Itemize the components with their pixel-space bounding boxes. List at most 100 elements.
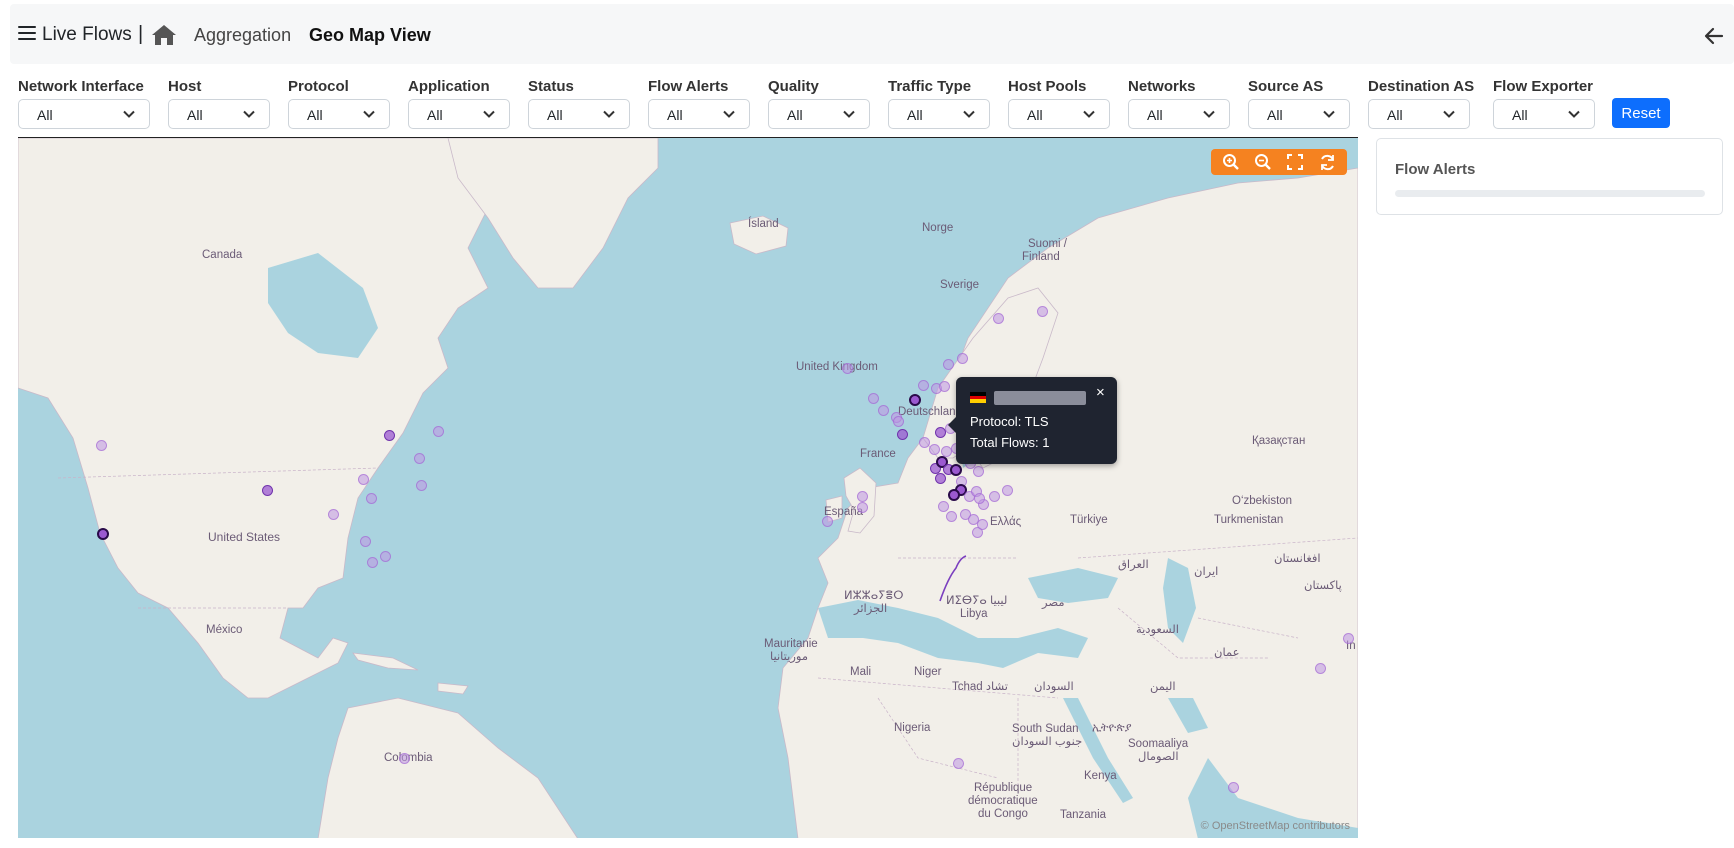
flow-marker[interactable]	[950, 464, 962, 476]
filter-quality: Quality All	[768, 78, 870, 129]
flow-marker[interactable]	[1001, 484, 1013, 496]
flow-marker[interactable]	[856, 501, 868, 513]
flow-marker[interactable]	[937, 500, 949, 512]
refresh-icon[interactable]	[1316, 151, 1338, 173]
flow-marker[interactable]	[973, 492, 985, 504]
flow-marker[interactable]	[942, 358, 954, 370]
map-label-egypt: مصر	[1042, 597, 1065, 609]
flow-marker[interactable]	[383, 429, 395, 441]
map-label-france: France	[860, 448, 896, 460]
flow-marker[interactable]	[261, 484, 273, 496]
flow-marker[interactable]	[415, 479, 427, 491]
filter-traffic-type: Traffic Type All	[888, 78, 990, 129]
flow-marker[interactable]	[918, 436, 930, 448]
flow-marker[interactable]	[940, 445, 952, 457]
flow-marker[interactable]	[972, 465, 984, 477]
flow-marker[interactable]	[366, 556, 378, 568]
flow-marker[interactable]	[909, 394, 921, 406]
flow-marker[interactable]	[413, 452, 425, 464]
map-label-libya: Libya	[960, 608, 988, 620]
flow-marker[interactable]	[432, 425, 444, 437]
map-label-sudan: السودان	[1034, 681, 1074, 693]
flow-marker[interactable]	[867, 392, 879, 404]
map-label-ethiopia: ኢትዮጵያ	[1092, 722, 1132, 734]
zoom-out-icon[interactable]	[1252, 151, 1274, 173]
application-select[interactable]: All	[408, 99, 510, 129]
geo-map[interactable]: Canada Ísland Norge Suomi / Finland Sver…	[18, 137, 1358, 838]
back-arrow-icon[interactable]	[1704, 27, 1724, 45]
map-label-us: United States	[208, 530, 281, 544]
flow-marker[interactable]	[1036, 305, 1048, 317]
breadcrumb-aggregation[interactable]: Aggregation	[194, 25, 291, 46]
redacted-host-name	[994, 391, 1086, 405]
flow-exporter-select[interactable]: All	[1493, 99, 1595, 129]
chevron-down-icon	[123, 110, 135, 118]
zoom-in-icon[interactable]	[1220, 151, 1242, 173]
map-label-kazakhstan: Қазақстан	[1252, 435, 1306, 447]
page-section-title: Live Flows	[42, 24, 132, 45]
flow-marker[interactable]	[97, 528, 109, 540]
flow-marker[interactable]	[934, 472, 946, 484]
flow-marker[interactable]	[877, 404, 889, 416]
flow-marker[interactable]	[896, 428, 908, 440]
filter-label: Host Pools	[1008, 78, 1087, 95]
traffic-type-select[interactable]: All	[888, 99, 990, 129]
flow-marker[interactable]	[952, 757, 964, 769]
flow-marker[interactable]	[1227, 781, 1239, 793]
flow-marker[interactable]	[992, 312, 1004, 324]
flow-marker[interactable]	[976, 518, 988, 530]
flow-marker[interactable]	[1314, 662, 1326, 674]
map-label-mexico: México	[206, 624, 243, 636]
flow-marker[interactable]	[841, 362, 853, 374]
home-icon[interactable]	[150, 23, 178, 47]
flow-marker[interactable]	[988, 490, 1000, 502]
quality-select[interactable]: All	[768, 99, 870, 129]
map-label-iceland: Ísland	[748, 218, 779, 230]
flow-marker[interactable]	[948, 489, 960, 501]
germany-flag-icon	[970, 392, 986, 403]
protocol-select[interactable]: All	[288, 99, 390, 129]
popup-close-button[interactable]: ×	[1096, 385, 1105, 400]
filter-protocol: Protocol All	[288, 78, 390, 129]
filter-source-as: Source AS All	[1248, 78, 1350, 129]
flow-marker[interactable]	[856, 490, 868, 502]
flow-marker[interactable]	[928, 443, 940, 455]
flow-marker[interactable]	[398, 752, 410, 764]
select-value: All	[307, 107, 323, 123]
map-label-mauritania: Mauritanie	[764, 638, 818, 650]
filter-label: Networks	[1128, 78, 1196, 95]
flow-marker[interactable]	[365, 492, 377, 504]
flow-alerts-select[interactable]: All	[648, 99, 750, 129]
flow-marker[interactable]	[357, 473, 369, 485]
flow-marker[interactable]	[821, 515, 833, 527]
reset-button[interactable]: Reset	[1612, 98, 1670, 128]
map-label-niger: Niger	[914, 666, 942, 678]
select-value: All	[187, 107, 203, 123]
flow-marker[interactable]	[934, 426, 946, 438]
filter-label: Quality	[768, 78, 819, 95]
filter-application: Application All	[408, 78, 510, 129]
flow-marker[interactable]	[1342, 632, 1354, 644]
flow-marker[interactable]	[359, 535, 371, 547]
source-as-select[interactable]: All	[1248, 99, 1350, 129]
flow-marker[interactable]	[95, 439, 107, 451]
flow-marker[interactable]	[892, 415, 904, 427]
flow-marker[interactable]	[379, 550, 391, 562]
flow-marker[interactable]	[938, 380, 950, 392]
map-label-turkey: Türkiye	[1070, 514, 1108, 526]
status-select[interactable]: All	[528, 99, 630, 129]
menu-icon[interactable]	[18, 26, 36, 42]
filter-label: Host	[168, 78, 202, 95]
network-interface-select[interactable]: All	[18, 99, 150, 129]
destination-as-select[interactable]: All	[1368, 99, 1470, 129]
map-attribution[interactable]: © OpenStreetMap contributors	[1201, 820, 1350, 832]
flow-marker[interactable]	[945, 510, 957, 522]
host-pools-select[interactable]: All	[1008, 99, 1110, 129]
map-label-uzbekistan: O‘zbekiston	[1232, 495, 1293, 507]
flow-marker[interactable]	[917, 379, 929, 391]
flow-marker[interactable]	[956, 352, 968, 364]
host-select[interactable]: All	[168, 99, 270, 129]
fullscreen-icon[interactable]	[1284, 151, 1306, 173]
flow-marker[interactable]	[327, 508, 339, 520]
networks-select[interactable]: All	[1128, 99, 1230, 129]
